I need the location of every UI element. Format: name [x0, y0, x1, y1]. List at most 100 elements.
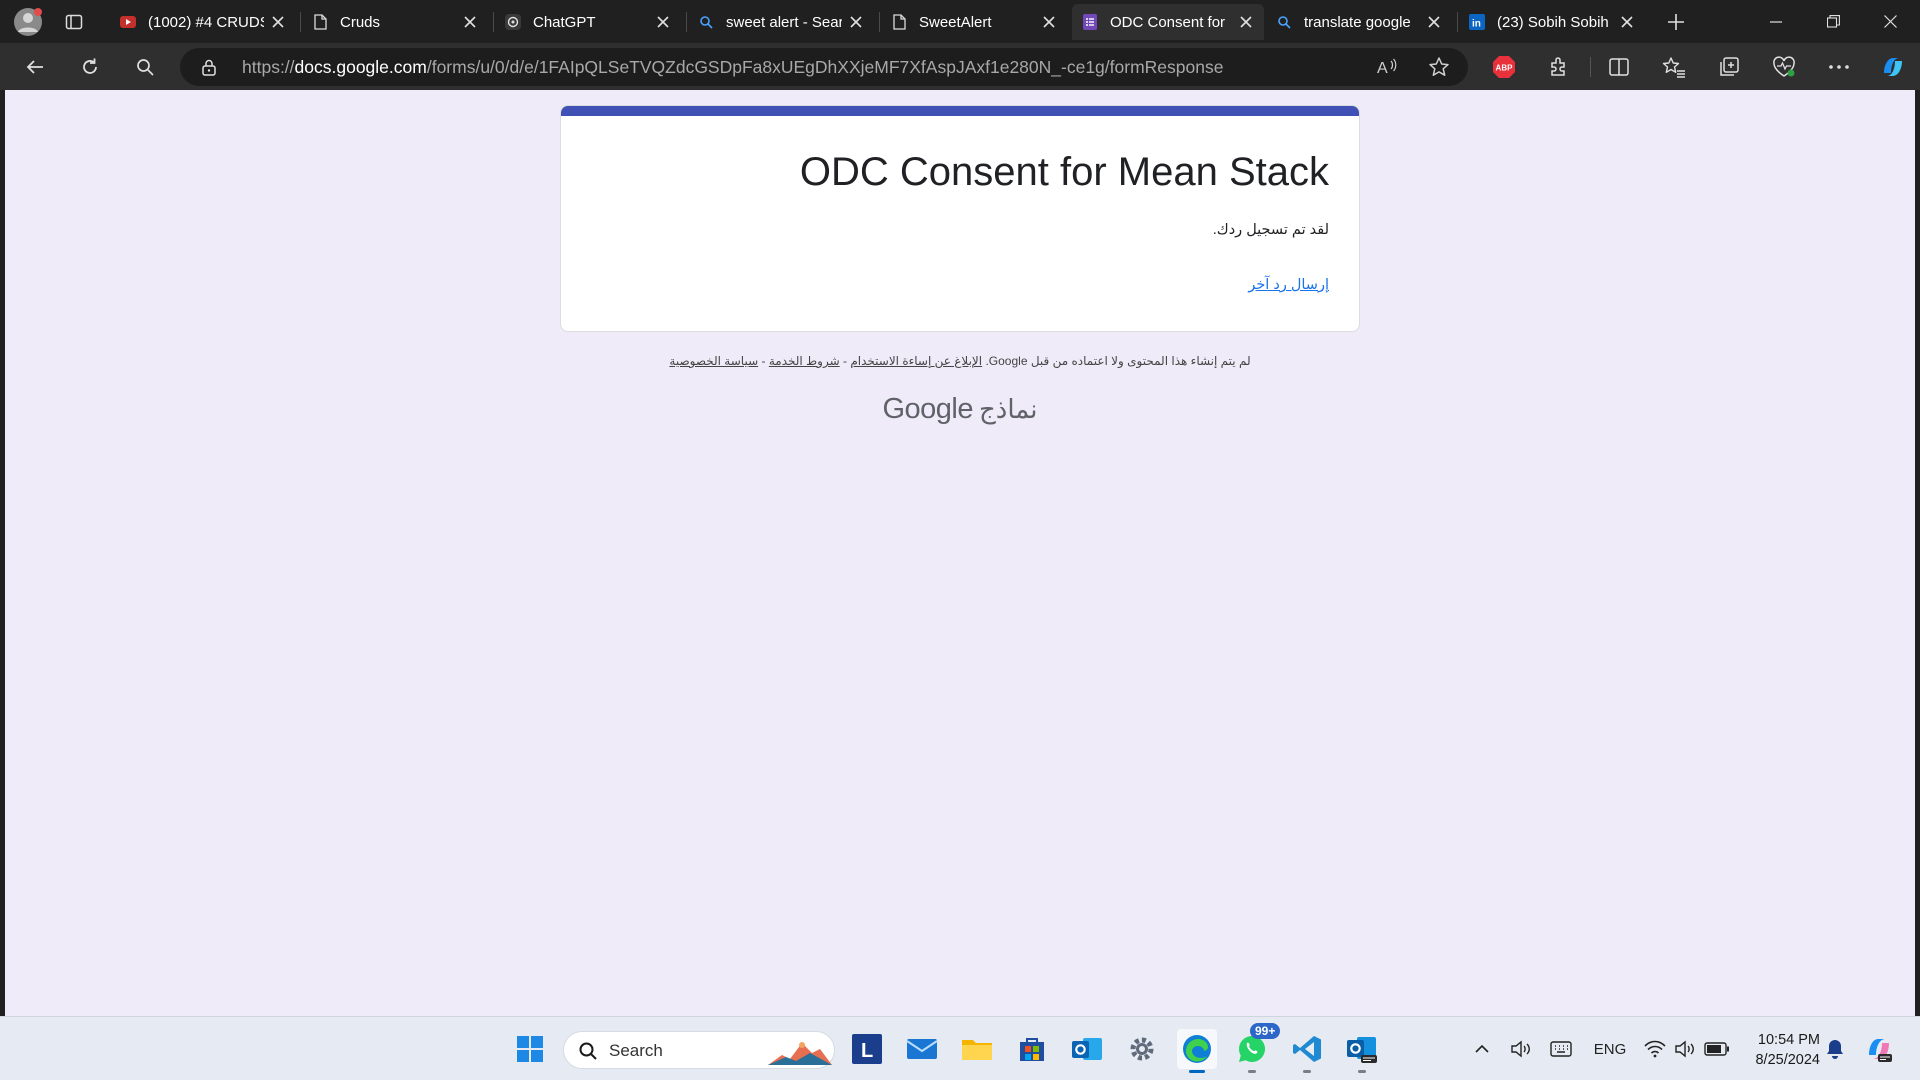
clock-date: 8/25/2024 [1755, 1052, 1820, 1068]
url-prefix: https:// [242, 57, 295, 77]
copilot-preview-icon[interactable] [1862, 1037, 1896, 1062]
url-host: docs.google.com [294, 57, 427, 77]
search-icon [1276, 14, 1292, 30]
whatsapp-icon[interactable]: 99+ [1232, 1023, 1281, 1073]
lock-icon[interactable] [200, 58, 218, 76]
edge-browser-icon[interactable] [1177, 1029, 1217, 1073]
privacy-policy-link[interactable]: سياسة الخصوصية [669, 354, 758, 368]
restore-button[interactable] [1805, 0, 1861, 43]
document-icon [891, 14, 907, 30]
search-icon [579, 1042, 597, 1060]
tab-cruds[interactable]: Cruds [302, 4, 488, 40]
vscode-icon[interactable] [1287, 1029, 1327, 1073]
wifi-icon[interactable] [1642, 1037, 1668, 1061]
tab-actions-icon[interactable] [56, 4, 92, 40]
svg-text:A: A [1377, 60, 1388, 77]
copilot-icon[interactable] [1878, 52, 1908, 82]
brand-forms: نماذج [978, 394, 1038, 424]
read-aloud-icon[interactable]: A [1376, 56, 1398, 78]
active-app-indicator [1189, 1070, 1205, 1073]
response-recorded-message: لقد تم تسجيل ردك. [1212, 222, 1329, 238]
adblock-extension-icon[interactable]: ABP [1489, 52, 1519, 82]
tab-separator [493, 12, 494, 32]
taskbar-app-l[interactable]: L [847, 1029, 887, 1069]
toolbar-separator [1590, 57, 1591, 77]
tab-chatgpt[interactable]: ChatGPT [495, 4, 681, 40]
back-button[interactable] [16, 48, 54, 86]
split-screen-icon[interactable] [1604, 52, 1634, 82]
tab-title: sweet alert - Sear [726, 13, 842, 31]
close-tab-icon[interactable] [462, 14, 478, 30]
google-forms-logo[interactable]: Google نماذج [560, 393, 1360, 426]
submit-another-response-link[interactable]: إرسال رد آخر [1248, 277, 1329, 293]
tab-title: ODC Consent for [1110, 13, 1226, 31]
show-hidden-icons-chevron-icon[interactable] [1470, 1037, 1494, 1061]
notification-bell-icon[interactable] [1822, 1037, 1848, 1061]
mail-icon[interactable] [902, 1029, 942, 1069]
footer-separator: - [761, 354, 766, 368]
document-icon [312, 14, 328, 30]
microsoft-store-icon[interactable] [1012, 1029, 1052, 1069]
youtube-icon [120, 14, 136, 30]
address-bar[interactable]: https://docs.google.com/forms/u/0/d/e/1F… [180, 48, 1468, 86]
adblock-badge: ABP [1496, 64, 1514, 73]
tab-separator [300, 12, 301, 32]
favorites-icon[interactable] [1659, 52, 1689, 82]
tab-sweet-alert-search[interactable]: sweet alert - Sear [688, 4, 874, 40]
outlook-icon[interactable] [1067, 1029, 1107, 1069]
clock-time: 10:54 PM [1757, 1032, 1820, 1048]
profile-avatar[interactable] [10, 4, 46, 40]
language-indicator[interactable]: ENG [1588, 1037, 1632, 1061]
close-tab-icon[interactable] [270, 14, 286, 30]
close-tab-icon[interactable] [848, 14, 864, 30]
outlook-new-icon[interactable] [1342, 1029, 1382, 1073]
close-tab-icon[interactable] [1041, 14, 1057, 30]
favorite-star-icon[interactable] [1428, 56, 1450, 78]
taskbar-search-placeholder: Search [609, 1041, 663, 1060]
brand-google: Google [882, 393, 973, 425]
collections-icon[interactable] [1714, 52, 1744, 82]
minimize-button[interactable] [1748, 0, 1804, 43]
forms-icon [1082, 14, 1098, 30]
close-tab-icon[interactable] [1619, 14, 1635, 30]
system-clock[interactable]: 10:54 PM 8/25/2024 [1755, 1030, 1820, 1070]
tab-title: (23) Sobih Sobih [1497, 13, 1609, 31]
tab-sweetalert[interactable]: SweetAlert [881, 4, 1067, 40]
refresh-button[interactable] [71, 48, 109, 86]
browser-essentials-icon[interactable] [1769, 52, 1799, 82]
svg-text:in: in [1472, 19, 1481, 30]
url-text[interactable]: https://docs.google.com/forms/u/0/d/e/1F… [242, 48, 1223, 86]
volume-mixer-icon[interactable] [1508, 1037, 1534, 1061]
close-tab-icon[interactable] [1238, 14, 1254, 30]
form-confirmation-card: ODC Consent for Mean Stack لقد تم تسجيل … [560, 105, 1360, 332]
touch-keyboard-icon[interactable] [1548, 1037, 1574, 1061]
terms-of-service-link[interactable]: شروط الخدمة [769, 354, 840, 368]
tab-youtube-cruds[interactable]: (1002) #4 CRUDS [110, 4, 296, 40]
taskbar-search-box[interactable]: Search [563, 1031, 835, 1069]
tab-translate-google[interactable]: translate google [1266, 4, 1452, 40]
form-accent-bar [561, 106, 1359, 116]
linkedin-icon: in [1469, 14, 1485, 30]
volume-icon[interactable] [1672, 1037, 1698, 1061]
search-icon[interactable] [126, 48, 164, 86]
close-tab-icon[interactable] [1426, 14, 1442, 30]
tab-odc-consent[interactable]: ODC Consent for [1072, 4, 1264, 40]
new-tab-button[interactable] [1658, 4, 1694, 40]
footer-separator: - [842, 354, 847, 368]
extensions-icon[interactable] [1544, 52, 1574, 82]
report-abuse-link[interactable]: الإبلاغ عن إساءة الاستخدام [850, 354, 982, 368]
file-explorer-icon[interactable] [957, 1029, 997, 1069]
settings-gear-icon[interactable] [1122, 1029, 1162, 1069]
tab-linkedin[interactable]: in (23) Sobih Sobih [1459, 4, 1645, 40]
footer-disclaimer: لم يتم إنشاء هذا المحتوى ولا اعتماده من … [985, 354, 1251, 368]
svg-text:L: L [861, 1040, 873, 1062]
tab-title: translate google [1304, 13, 1411, 31]
start-button[interactable] [510, 1029, 550, 1069]
close-tab-icon[interactable] [655, 14, 671, 30]
running-app-indicator [1358, 1070, 1366, 1073]
tab-title: SweetAlert [919, 13, 992, 31]
more-options-icon[interactable] [1824, 52, 1854, 82]
close-window-button[interactable] [1862, 0, 1918, 43]
battery-icon[interactable] [1703, 1037, 1731, 1061]
tab-title: ChatGPT [533, 13, 596, 31]
